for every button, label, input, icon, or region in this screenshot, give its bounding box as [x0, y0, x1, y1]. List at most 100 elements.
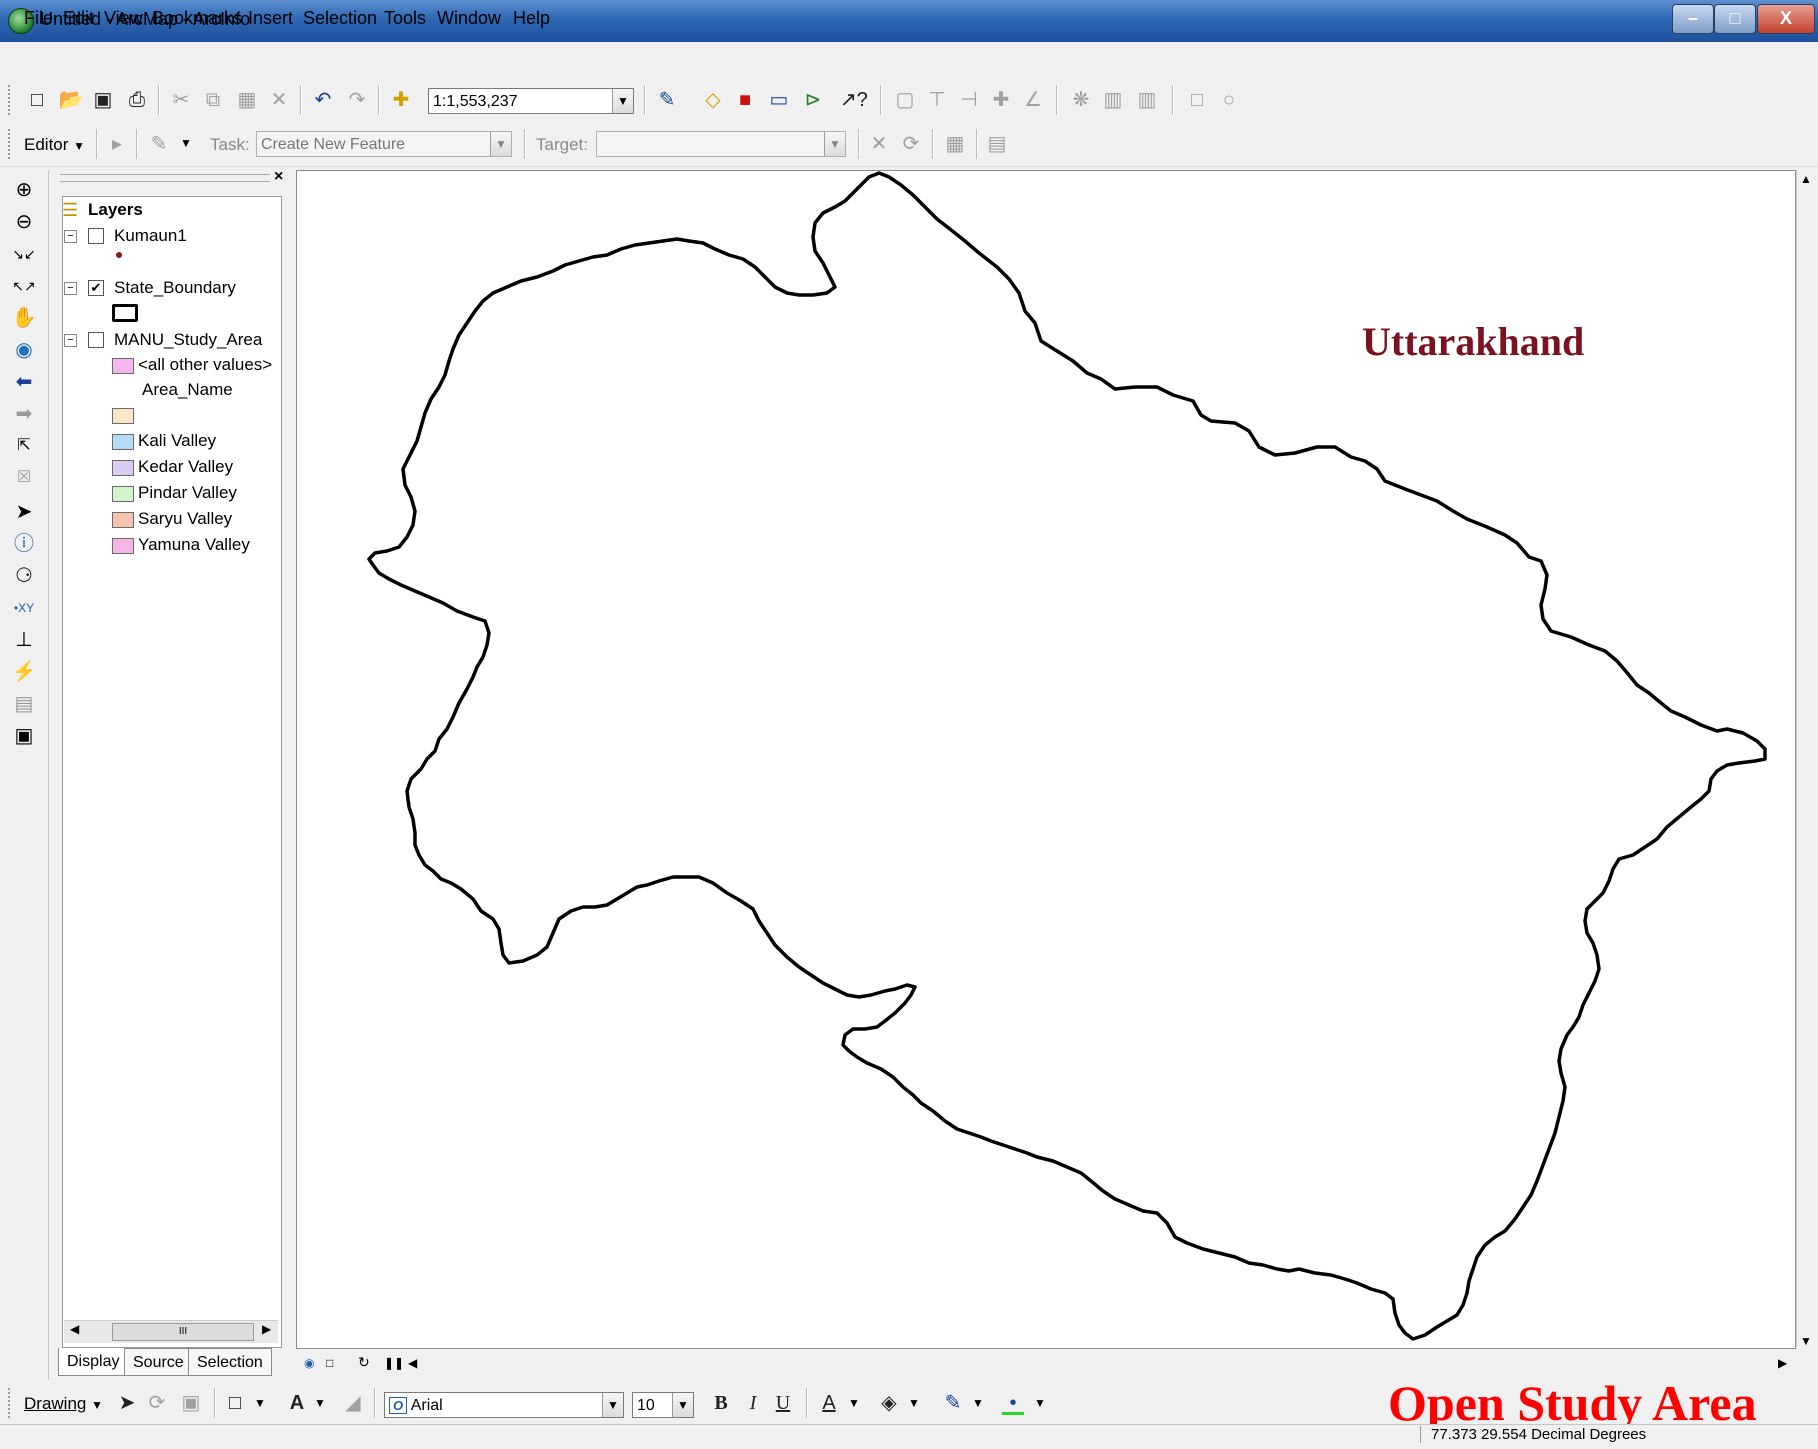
save-icon[interactable]: ▣: [90, 87, 116, 113]
map-horizontal-scrollbar[interactable]: [296, 1350, 1794, 1376]
new-document-icon[interactable]: □: [24, 87, 50, 113]
toolbar-grip[interactable]: [8, 1388, 14, 1418]
copy-icon[interactable]: ⧉: [200, 87, 226, 113]
network-tool-icon[interactable]: ▥: [1134, 87, 1160, 113]
arccatalog-icon[interactable]: ◇: [700, 87, 726, 113]
layer-checkbox-state-boundary[interactable]: ✔: [88, 280, 104, 296]
fixed-zoom-in-icon[interactable]: ↘↙: [10, 240, 38, 268]
map-vertical-scrollbar[interactable]: [1796, 170, 1818, 1347]
chevron-down-icon[interactable]: ▼: [612, 89, 633, 113]
task-combo[interactable]: Create New Feature: [256, 131, 512, 157]
menu-bookmarks[interactable]: Bookmarks: [152, 8, 242, 29]
chevron-down-icon[interactable]: ▼: [848, 1396, 860, 1410]
italic-icon[interactable]: I: [740, 1390, 766, 1416]
redo-icon[interactable]: ↷: [344, 87, 370, 113]
menu-window[interactable]: Window: [437, 8, 501, 29]
tab-source[interactable]: Source: [124, 1348, 193, 1376]
time-slider-icon[interactable]: ▣: [10, 722, 38, 750]
refresh-icon[interactable]: ↻: [358, 1354, 370, 1371]
chevron-down-icon[interactable]: ▼: [972, 1396, 984, 1410]
line-color-icon[interactable]: ✎: [940, 1390, 966, 1416]
measure-icon[interactable]: ⊥: [10, 626, 38, 654]
full-extent-globe-icon[interactable]: ◉: [10, 336, 38, 364]
new-text-icon[interactable]: A: [284, 1390, 310, 1416]
topology-tool-icon[interactable]: ▥: [1100, 87, 1126, 113]
tab-display[interactable]: Display: [58, 1348, 129, 1376]
data-view-icon[interactable]: ◉: [304, 1356, 314, 1370]
print-icon[interactable]: ⎙: [124, 87, 150, 113]
scroll-thumb[interactable]: III: [112, 1323, 254, 1341]
font-combo[interactable]: O Arial: [384, 1392, 624, 1418]
back-arrow-icon[interactable]: ⬅: [10, 368, 38, 396]
scroll-left-icon[interactable]: ◀: [70, 1322, 79, 1336]
forward-arrow-icon[interactable]: ➡: [10, 400, 38, 428]
whats-this-help-icon[interactable]: ↗?: [840, 87, 868, 113]
hyperlink-icon[interactable]: ⚡: [10, 658, 38, 686]
rectangle-icon[interactable]: □: [222, 1390, 248, 1416]
layer-name-kumaun1[interactable]: Kumaun1: [114, 226, 187, 246]
identify-icon[interactable]: ⓘ: [10, 530, 38, 558]
toc-root-label[interactable]: Layers: [88, 200, 143, 220]
fill-color-icon[interactable]: ◈: [876, 1390, 902, 1416]
tab-selection[interactable]: Selection: [188, 1348, 272, 1376]
menu-file[interactable]: File: [24, 8, 53, 29]
edit-tool-icon[interactable]: ▸: [104, 131, 130, 157]
zoom-to-selected-icon[interactable]: ▣: [178, 1390, 204, 1416]
toc-title-grip[interactable]: [60, 174, 270, 182]
trim-tool-icon[interactable]: ∠: [1020, 87, 1046, 113]
zoom-out-icon[interactable]: ⊖: [10, 208, 38, 236]
arctoolbox-icon[interactable]: ■: [732, 87, 758, 113]
pan-hand-icon[interactable]: ✋: [10, 304, 38, 332]
layer-checkbox-kumaun1[interactable]: [88, 228, 104, 244]
undo-icon[interactable]: ↶: [310, 87, 336, 113]
minimize-button[interactable]: –: [1672, 4, 1714, 34]
underline-icon[interactable]: U: [770, 1390, 796, 1416]
scroll-right-icon[interactable]: ▶: [262, 1322, 271, 1336]
go-to-xy-icon[interactable]: •XY: [10, 594, 38, 622]
close-button[interactable]: X: [1757, 4, 1815, 34]
pause-drawing-icon[interactable]: ❚❚: [384, 1356, 404, 1370]
html-popup-icon[interactable]: ▤: [10, 690, 38, 718]
georef-tool-icon[interactable]: ▢: [892, 87, 918, 113]
chevron-down-icon[interactable]: ▼: [314, 1396, 326, 1410]
split-tool-icon[interactable]: ⊤: [924, 87, 950, 113]
toolbar-grip[interactable]: [8, 129, 14, 159]
split-line-icon[interactable]: ✕: [866, 131, 892, 157]
menu-insert[interactable]: Insert: [248, 8, 293, 29]
circle-tool-icon[interactable]: ○: [1216, 87, 1242, 113]
extend-tool-icon[interactable]: ⊣: [956, 87, 982, 113]
edit-vertices-icon[interactable]: ◢: [340, 1390, 366, 1416]
toolbar-grip[interactable]: [8, 85, 14, 115]
layout-view-icon[interactable]: □: [326, 1356, 333, 1370]
chevron-down-icon[interactable]: ▼: [908, 1396, 920, 1410]
editor-toolbar-icon[interactable]: ✎: [654, 87, 680, 113]
maximize-button[interactable]: □: [1714, 4, 1756, 34]
clear-selection-icon[interactable]: ☒: [10, 464, 38, 492]
select-elements-arrow-icon[interactable]: ➤: [114, 1390, 140, 1416]
attributes-icon[interactable]: ▦: [942, 131, 968, 157]
intersect-tool-icon[interactable]: ✚: [988, 87, 1014, 113]
map-title-text[interactable]: Uttarakhand: [1362, 318, 1584, 365]
layer-name-manu-study-area[interactable]: MANU_Study_Area: [114, 330, 262, 350]
chevron-down-icon[interactable]: ▼: [254, 1396, 266, 1410]
target-combo[interactable]: [596, 131, 846, 157]
cut-icon[interactable]: ✂: [168, 87, 194, 113]
zoom-in-icon[interactable]: ⊕: [10, 176, 38, 204]
fixed-zoom-out-icon[interactable]: ↖↗: [10, 272, 38, 300]
find-binoculars-icon[interactable]: ⚆: [10, 562, 38, 590]
collapse-icon[interactable]: −: [64, 334, 77, 347]
chevron-down-icon[interactable]: ▼: [602, 1393, 623, 1417]
chevron-down-icon[interactable]: ▼: [180, 136, 192, 150]
modelbuilder-icon[interactable]: ⊳: [800, 87, 826, 113]
menu-tools[interactable]: Tools: [384, 8, 426, 29]
delete-icon[interactable]: ✕: [266, 87, 292, 113]
menu-view[interactable]: View: [104, 8, 143, 29]
paste-icon[interactable]: ▦: [234, 87, 260, 113]
toc-close-icon[interactable]: ×: [274, 168, 283, 186]
chevron-down-icon[interactable]: ▼: [672, 1393, 693, 1417]
sketch-properties-icon[interactable]: ▤: [984, 131, 1010, 157]
chevron-down-icon[interactable]: ▼: [490, 132, 511, 156]
add-data-icon[interactable]: ✚: [388, 87, 414, 113]
menu-selection[interactable]: Selection: [303, 8, 377, 29]
collapse-icon[interactable]: −: [64, 230, 77, 243]
